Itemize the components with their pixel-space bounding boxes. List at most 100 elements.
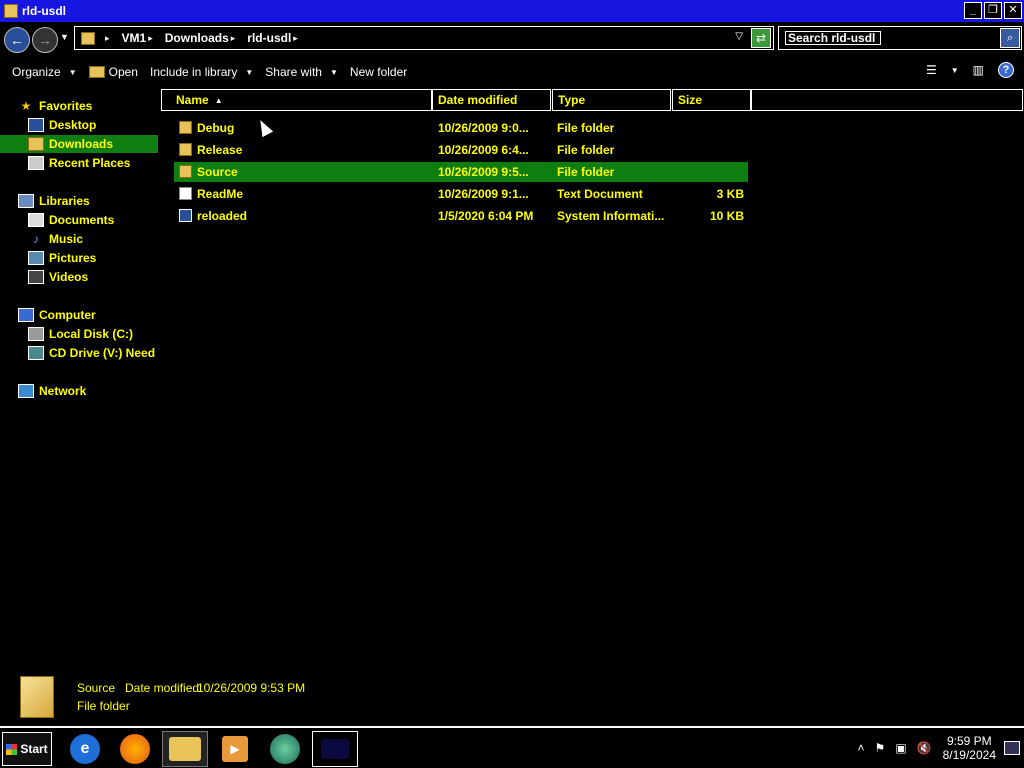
system-tray: ˄ ⚑ ▣ 🔇 9:59 PM 8/19/2024 <box>853 728 1024 768</box>
breadcrumb-downloads[interactable]: Downloads ▸ <box>165 31 242 45</box>
chevron-right-icon[interactable]: ▸ <box>231 33 236 44</box>
file-name: ReadMe <box>197 187 244 201</box>
start-button[interactable]: Start <box>2 732 52 766</box>
maximize-button[interactable]: ❐ <box>984 2 1002 19</box>
details-pane: Source Date modified: 10/26/2009 9:53 PM… <box>0 672 1024 724</box>
open-button[interactable]: Open <box>83 61 144 83</box>
help-icon[interactable]: ? <box>998 62 1014 78</box>
clock-time: 9:59 PM <box>946 734 992 748</box>
nav-favorites[interactable]: ★ Favorites <box>18 97 93 115</box>
desktop-icon <box>28 118 44 132</box>
change-view-icon[interactable]: ☰ <box>926 63 937 77</box>
nav-desktop[interactable]: Desktop <box>28 116 96 134</box>
column-header-type[interactable]: Type <box>552 89 671 111</box>
refresh-button[interactable]: ⇄ <box>751 28 771 48</box>
nav-videos[interactable]: Videos <box>28 268 88 286</box>
file-row-reloaded[interactable]: reloaded 1/5/2020 6:04 PM System Informa… <box>174 206 748 226</box>
file-row-source[interactable]: Source 10/26/2009 9:5... File folder <box>174 162 748 182</box>
nav-libraries[interactable]: Libraries <box>18 192 90 210</box>
nav-local-disk[interactable]: Local Disk (C:) <box>28 325 133 343</box>
network-status-icon[interactable]: ▣ <box>895 741 906 755</box>
file-type: File folder <box>557 121 615 135</box>
breadcrumb-rld-usdl[interactable]: rld-usdl ▸ <box>247 31 304 45</box>
folder-icon <box>179 121 192 134</box>
nav-music[interactable]: ♪ Music <box>28 230 83 248</box>
file-date: 10/26/2009 6:4... <box>438 143 529 157</box>
command-bar: Organize ▼ Open Include in library ▼ Share… <box>0 58 1024 86</box>
file-row-release[interactable]: Release 10/26/2009 6:4... File folder <box>174 140 748 160</box>
volume-muted-icon[interactable]: 🔇 <box>917 741 932 755</box>
system-information-icon <box>179 209 192 222</box>
nav-recent-places[interactable]: Recent Places <box>28 154 130 172</box>
new-folder-button[interactable]: New folder <box>344 61 413 83</box>
media-player-icon: ▶ <box>222 736 248 762</box>
firefox-icon <box>120 734 150 764</box>
view-controls: ☰ ▼ ▥ ? <box>926 62 1014 78</box>
column-header-filler <box>751 89 1023 111</box>
column-header-size[interactable]: Size <box>672 89 751 111</box>
nav-computer[interactable]: Computer <box>18 306 96 324</box>
folder-icon <box>4 4 18 18</box>
back-button[interactable]: ← <box>4 27 30 53</box>
taskbar-firefox[interactable] <box>112 731 158 767</box>
libraries-icon <box>18 194 34 208</box>
organize-button[interactable]: Organize ▼ <box>6 61 83 83</box>
chevron-right-icon[interactable]: ▸ <box>293 33 298 44</box>
recent-pages-dropdown[interactable]: ▼ <box>60 32 69 42</box>
column-header-date-modified[interactable]: Date modified <box>432 89 551 111</box>
chevron-right-icon[interactable]: ▸ <box>148 33 153 44</box>
breadcrumb-root-arrow[interactable]: ▸ <box>103 33 116 44</box>
view-options-dropdown[interactable]: ▼ <box>951 66 959 75</box>
nav-downloads[interactable]: Downloads <box>0 135 158 153</box>
file-name: reloaded <box>197 209 248 223</box>
include-in-library-button[interactable]: Include in library ▼ <box>144 61 259 83</box>
close-button[interactable]: ✕ <box>1004 2 1022 19</box>
taskbar-windows-explorer[interactable] <box>162 731 208 767</box>
taskbar-app[interactable] <box>262 731 308 767</box>
clock[interactable]: 9:59 PM 8/19/2024 <box>943 734 996 762</box>
nav-pictures[interactable]: Pictures <box>28 249 96 267</box>
title-bar[interactable]: rld-usdl _ ❐ ✕ <box>0 0 1024 22</box>
details-date-value: 10/26/2009 9:53 PM <box>197 681 306 695</box>
breadcrumb-vm1[interactable]: VM1 ▸ <box>122 31 159 45</box>
show-hidden-icons-icon[interactable]: ˄ <box>858 741 865 755</box>
file-date: 1/5/2020 6:04 PM <box>438 209 534 223</box>
app-icon <box>270 734 300 764</box>
app-icon <box>321 739 349 759</box>
pictures-icon <box>28 251 44 265</box>
forward-button[interactable]: → <box>32 27 58 53</box>
windows-explorer-icon <box>169 737 201 761</box>
column-header-name[interactable]: Name ▲ <box>161 89 432 111</box>
address-bar[interactable]: ▸ VM1 ▸ Downloads ▸ rld-usdl ▸ ▽ ⇄ <box>74 26 774 50</box>
hard-drive-icon <box>28 327 44 341</box>
taskbar-internet-explorer[interactable]: e <box>62 731 108 767</box>
nav-documents[interactable]: Documents <box>28 211 114 229</box>
nav-network[interactable]: Network <box>18 382 86 400</box>
show-desktop-button[interactable] <box>1004 741 1020 755</box>
action-center-flag-icon[interactable]: ⚑ <box>875 741 886 755</box>
file-row-readme[interactable]: ReadMe 10/26/2009 9:1... Text Document 3… <box>174 184 748 204</box>
folder-icon <box>179 143 192 156</box>
file-date: 10/26/2009 9:1... <box>438 187 529 201</box>
search-box[interactable]: ⌕ <box>778 26 1022 50</box>
minimize-button[interactable]: _ <box>964 2 982 19</box>
search-icon[interactable]: ⌕ <box>1000 28 1020 48</box>
preview-pane-icon[interactable]: ▥ <box>973 63 984 77</box>
folder-icon <box>81 31 95 45</box>
file-type: Text Document <box>557 187 643 201</box>
address-history-dropdown[interactable]: ▽ <box>735 31 743 42</box>
chevron-down-icon: ▼ <box>329 67 338 77</box>
search-input[interactable] <box>785 31 881 45</box>
taskbar-app-2[interactable] <box>312 731 358 767</box>
text-document-icon <box>179 187 192 200</box>
folder-icon <box>179 165 192 178</box>
folder-icon <box>20 676 54 718</box>
navigation-pane: ★ Favorites Desktop Downloads Recent Plac… <box>0 88 160 668</box>
taskbar-media-player[interactable]: ▶ <box>212 731 258 767</box>
arrow-left-icon: ← <box>10 32 24 48</box>
share-with-button[interactable]: Share with ▼ <box>259 61 344 83</box>
downloads-folder-icon <box>28 137 44 151</box>
taskbar: Start e ▶ ˄ ⚑ ▣ 🔇 9:59 PM 8/19/2024 <box>0 726 1024 768</box>
nav-cd-drive[interactable]: CD Drive (V:) Need <box>28 344 158 362</box>
file-date: 10/26/2009 9:5... <box>438 165 529 179</box>
